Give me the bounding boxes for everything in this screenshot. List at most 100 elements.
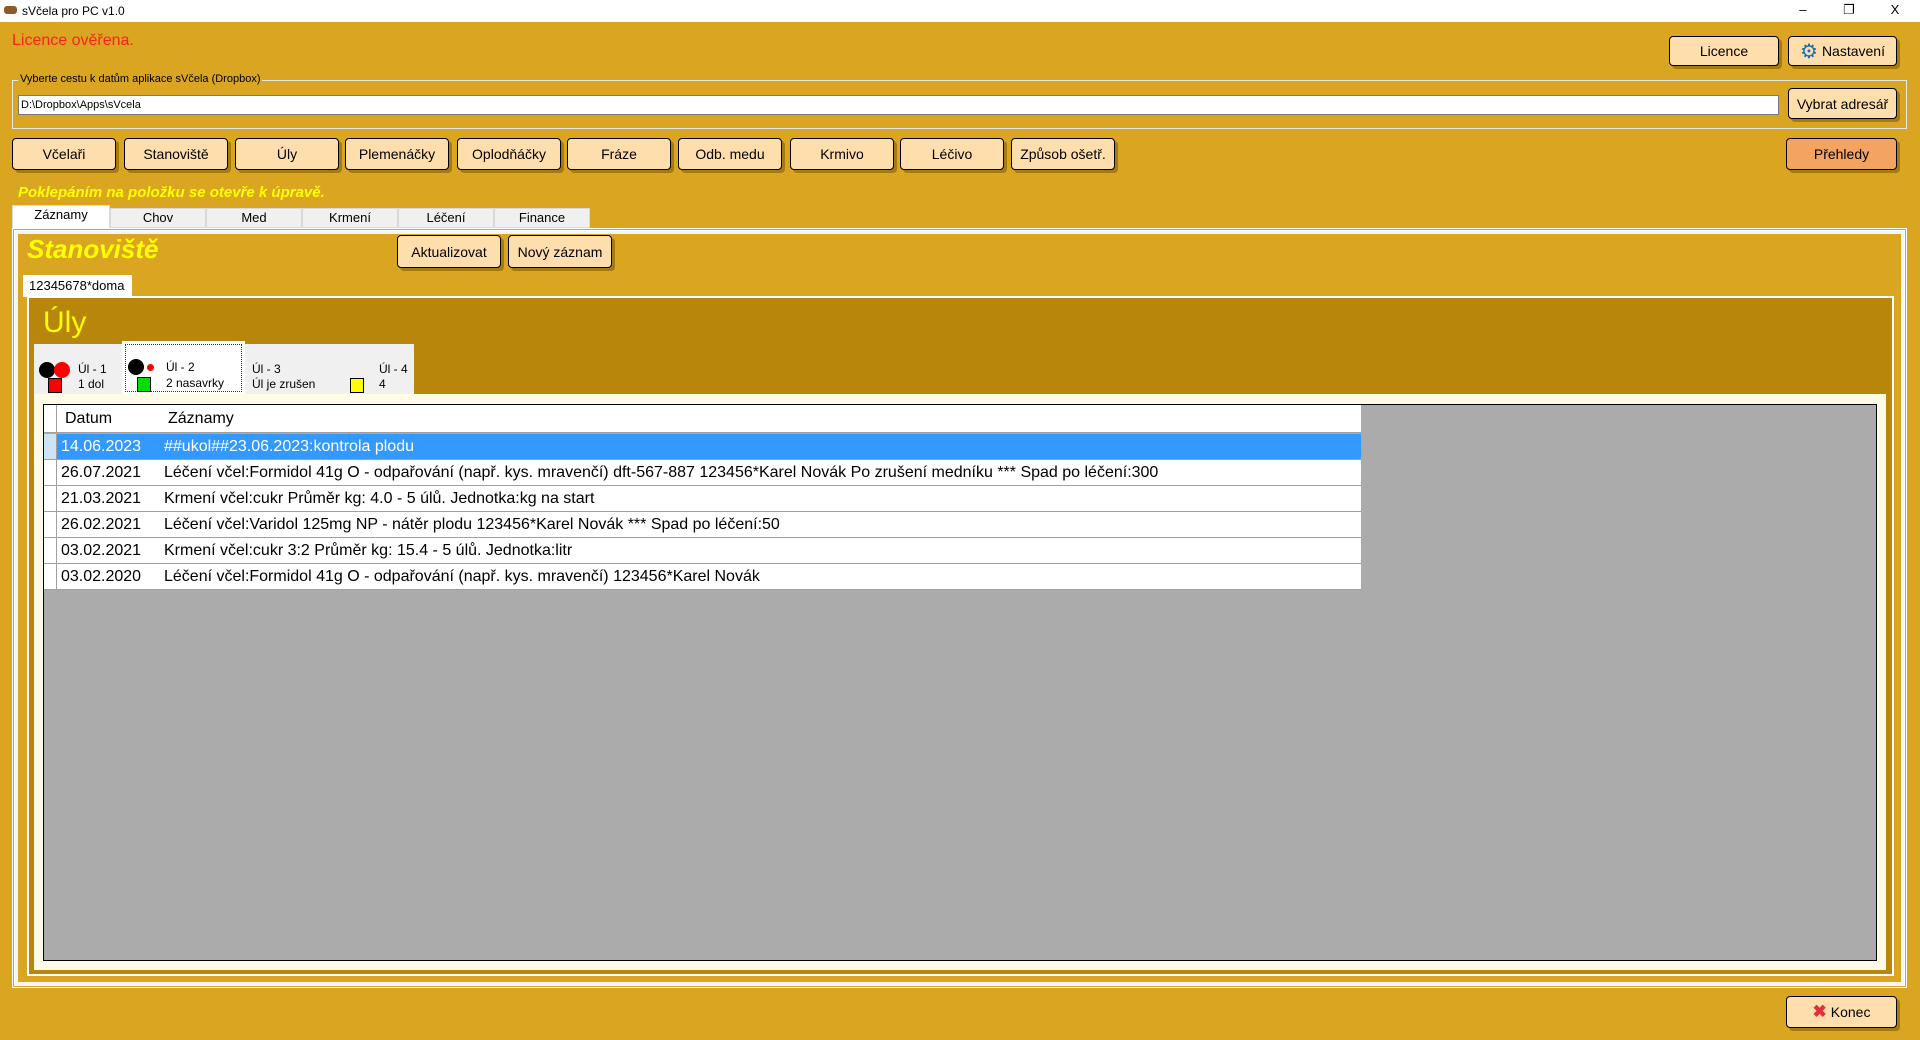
restore-button[interactable]: ❐ <box>1826 0 1872 22</box>
row-header[interactable] <box>44 460 57 485</box>
cell-record: Léčení včel:Formidol 41g O - odpařování … <box>164 464 1159 481</box>
nav-label: Způsob ošetř. <box>1020 146 1106 162</box>
queen-black-dot-icon <box>128 359 144 375</box>
nav-label: Krmivo <box>820 146 864 162</box>
tab-0[interactable]: Záznamy <box>12 205 110 229</box>
new-record-button[interactable]: Nový záznam <box>508 235 612 268</box>
hive-tab-2[interactable]: Úl - 2 2 nasavrky <box>122 341 245 395</box>
minimize-button[interactable]: – <box>1780 0 1826 22</box>
hive-name: Úl - 1 <box>78 362 107 376</box>
cell-date: 26.02.2021 <box>61 516 142 533</box>
column-header-date[interactable]: Datum <box>65 410 112 428</box>
hive-info: 2 nasavrky <box>166 376 225 390</box>
row-header-corner <box>44 405 57 432</box>
tab-5[interactable]: Finance <box>494 208 590 228</box>
nav-button[interactable]: Krmivo <box>790 138 894 170</box>
nav-button[interactable]: Plemenáčky <box>345 138 449 170</box>
gear-icon: ⚙ <box>1800 40 1818 63</box>
window-title: sVčela pro PC v1.0 <box>22 4 125 18</box>
row-header[interactable] <box>44 512 57 537</box>
status-square-icon <box>48 378 62 393</box>
hint-text: Poklepáním na položku se otevře k úpravě… <box>18 184 325 201</box>
table-row[interactable]: 03.02.2020 Léčení včel:Formidol 41g O - o… <box>44 564 1361 590</box>
nav-label: Fráze <box>601 146 637 162</box>
column-header-records[interactable]: Záznamy <box>168 410 234 428</box>
status-square-icon <box>350 378 364 393</box>
tab-2[interactable]: Med <box>206 208 302 228</box>
nav-button[interactable]: Včelaři <box>12 138 116 170</box>
section-title: Stanoviště <box>27 234 159 264</box>
nav-button[interactable]: Odb. medu <box>678 138 782 170</box>
cell-record: ##ukol##23.06.2023:kontrola plodu <box>164 438 414 455</box>
cell-date: 03.02.2020 <box>61 568 142 585</box>
hive-tab-1[interactable]: Úl - 1 1 dol <box>34 344 122 394</box>
nav-button[interactable]: Fráze <box>567 138 671 170</box>
licence-label: Licence <box>1699 43 1749 59</box>
nav-button[interactable]: Úly <box>235 138 339 170</box>
licence-button[interactable]: Licence <box>1669 36 1779 66</box>
nav-label: Plemenáčky <box>358 146 436 162</box>
row-header[interactable] <box>44 486 57 511</box>
overview-button[interactable]: Přehledy <box>1786 138 1897 170</box>
browse-label: Vybrat adresář <box>1796 95 1889 112</box>
hives-title: Úly <box>43 306 87 339</box>
overview-label: Přehledy <box>1813 146 1870 162</box>
row-header[interactable] <box>44 564 57 589</box>
settings-button[interactable]: ⚙ Nastavení <box>1788 36 1897 66</box>
nav-button[interactable]: Stanoviště <box>124 138 228 170</box>
hive-tab-4[interactable]: Úl - 4 4 <box>336 344 414 394</box>
hive-info: 4 <box>379 377 386 391</box>
table-row[interactable]: 14.06.2023 ##ukol##23.06.2023:kontrola pl… <box>44 434 1361 460</box>
queen-red-dot-icon <box>147 364 154 371</box>
tab-3[interactable]: Krmení <box>302 208 398 228</box>
app-icon <box>4 6 17 14</box>
hive-info: Úl je zrušen <box>252 377 316 391</box>
table-row[interactable]: 26.02.2021 Léčení včel:Varidol 125mg NP -… <box>44 512 1361 538</box>
refresh-label: Aktualizovat <box>411 243 487 260</box>
records-grid[interactable]: Datum Záznamy 14.06.2023 ##ukol##23.06.20… <box>43 404 1877 961</box>
row-header[interactable] <box>44 538 57 563</box>
hive-name: Úl - 4 <box>379 362 408 376</box>
settings-label: Nastavení <box>1821 43 1885 59</box>
nav-button[interactable]: Způsob ošetř. <box>1011 138 1115 170</box>
cell-record: Krmení včel:cukr Průměr kg: 4.0 - 5 úlů.… <box>164 490 595 507</box>
browse-folder-button[interactable]: Vybrat adresář <box>1788 88 1897 119</box>
cell-date: 21.03.2021 <box>61 490 142 507</box>
nav-label: Včelaři <box>42 146 86 162</box>
hive-name: Úl - 2 <box>166 360 195 374</box>
nav-label: Stanoviště <box>143 146 209 162</box>
tab-1[interactable]: Chov <box>110 208 206 228</box>
queen-black-dot-icon <box>39 362 55 378</box>
close-x-icon: ✖ <box>1812 1002 1827 1021</box>
nav-button[interactable]: Léčivo <box>900 138 1004 170</box>
nav-label: Úly <box>276 146 298 162</box>
hive-info: 1 dol <box>78 377 105 391</box>
grid-header: Datum Záznamy <box>44 405 1361 433</box>
nav-button[interactable]: Oplodňáčky <box>457 138 561 170</box>
nav-label: Léčivo <box>931 146 973 162</box>
queen-red-dot-icon <box>54 362 70 378</box>
cell-date: 26.07.2021 <box>61 464 142 481</box>
path-legend: Vyberte cestu k datům aplikace sVčela (D… <box>18 73 263 85</box>
hive-tab-3[interactable]: Úl - 3 Úl je zrušen <box>245 344 336 394</box>
new-record-label: Nový záznam <box>517 243 603 260</box>
nav-label: Odb. medu <box>695 146 765 162</box>
cell-record: Léčení včel:Formidol 41g O - odpařování … <box>164 568 760 585</box>
cell-date: 14.06.2023 <box>61 438 142 455</box>
cell-record: Léčení včel:Varidol 125mg NP - nátěr plo… <box>164 516 780 533</box>
nav-label: Oplodňáčky <box>472 146 546 162</box>
exit-label: Konec <box>1830 1004 1871 1020</box>
license-status: Licence ověřena. <box>12 32 134 49</box>
title-bar: sVčela pro PC v1.0 – ❐ X <box>0 0 1920 22</box>
close-button[interactable]: X <box>1872 0 1918 22</box>
path-input[interactable] <box>18 95 1779 115</box>
table-row[interactable]: 21.03.2021 Krmení včel:cukr Průměr kg: 4.… <box>44 486 1361 512</box>
site-tab[interactable]: 12345678*doma <box>23 275 132 297</box>
refresh-button[interactable]: Aktualizovat <box>397 235 501 268</box>
table-row[interactable]: 26.07.2021 Léčení včel:Formidol 41g O - o… <box>44 460 1361 486</box>
row-header[interactable] <box>44 434 57 459</box>
tab-4[interactable]: Léčení <box>398 208 494 228</box>
hive-name: Úl - 3 <box>252 362 281 376</box>
exit-button[interactable]: ✖ Konec <box>1786 996 1897 1028</box>
table-row[interactable]: 03.02.2021 Krmení včel:cukr 3:2 Průměr kg… <box>44 538 1361 564</box>
